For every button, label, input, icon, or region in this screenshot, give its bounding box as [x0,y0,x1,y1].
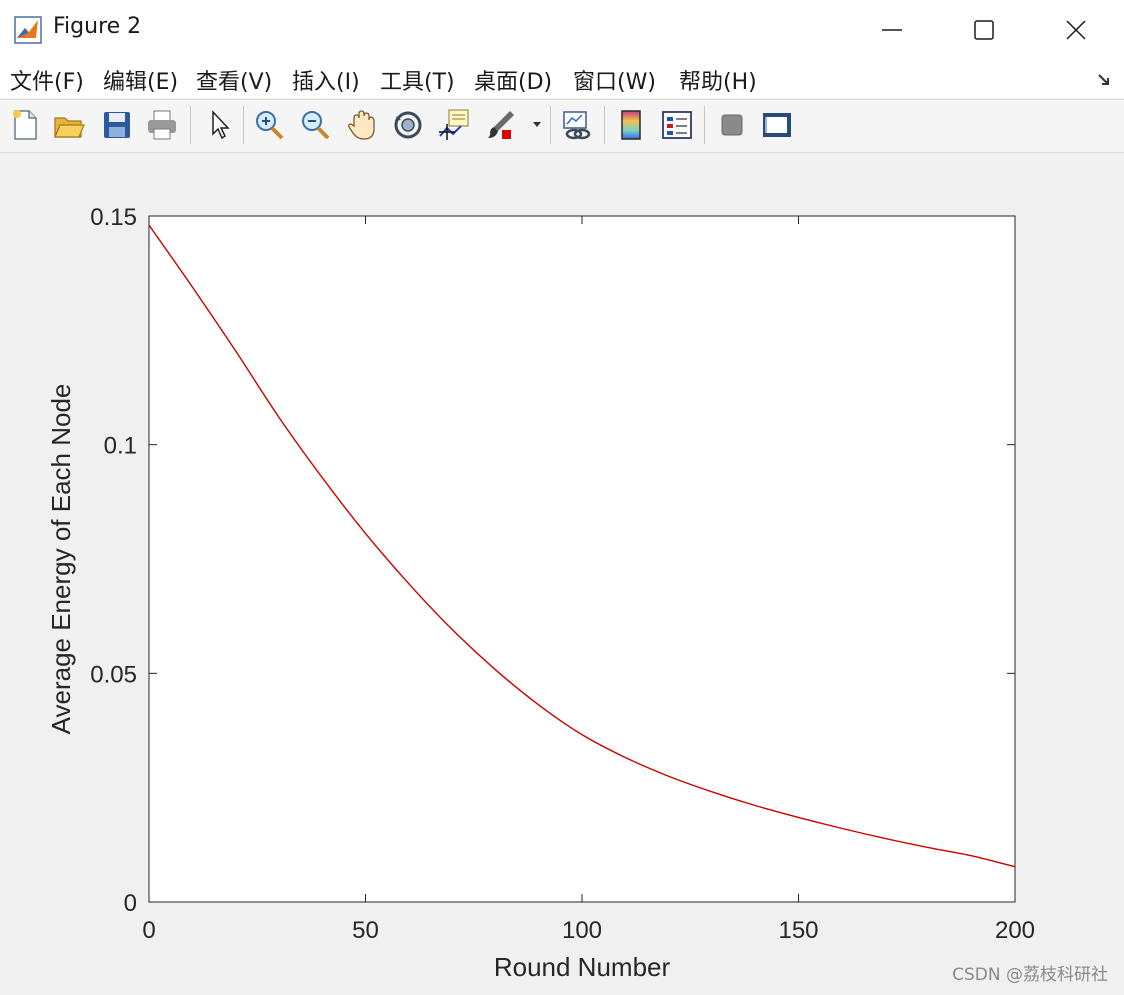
menu-view[interactable]: 查看(V) [196,64,272,96]
x-tick-label: 0 [142,917,155,944]
title-bar[interactable]: Figure 2 [0,0,1124,60]
plot-area[interactable]: 0 50 100 150 200 0 0.05 0.1 0.15 Round Number Av… [0,151,1124,995]
menu-insert[interactable]: 插入(I) [292,64,360,96]
x-axis-label: Round Number [494,952,671,982]
menu-file[interactable]: 文件(F) [10,64,84,96]
matlab-icon [14,16,42,44]
pan-icon[interactable] [345,108,379,142]
dock-arrow-icon[interactable] [1096,72,1112,92]
x-tick-label: 150 [778,917,818,944]
maximize-button[interactable] [938,0,1030,60]
figure-window: Figure 2 文件(F) 编辑(E) 查看(V) 插入(I) 工具(T) 桌… [0,0,1124,995]
menu-bar: 文件(F) 编辑(E) 查看(V) 插入(I) 工具(T) 桌面(D) 窗口(W… [0,60,1124,98]
minimize-button[interactable] [846,0,938,60]
axes-background [148,215,1016,903]
toolbar-separator [704,106,705,144]
y-tick-label: 0.1 [104,433,137,460]
x-tick-label: 200 [995,917,1035,944]
open-folder-icon[interactable] [52,108,86,142]
x-tick-label: 100 [562,917,602,944]
window-title: Figure 2 [53,14,142,39]
y-tick-label: 0 [124,890,137,917]
colorbar-icon[interactable] [614,108,648,142]
chevron-down-icon[interactable] [527,108,547,142]
y-axis-label: Average Energy of Each Node [46,384,76,735]
toolbar-separator [190,106,191,144]
menu-help[interactable]: 帮助(H) [679,64,757,96]
maximize-icon [974,20,994,40]
brush-icon[interactable] [484,108,518,142]
close-icon [1066,20,1086,40]
hide-plot-tools-icon[interactable] [715,108,749,142]
toolbar-separator [604,106,605,144]
link-plot-icon[interactable] [560,108,594,142]
toolbar-separator [243,106,244,144]
show-plot-tools-icon[interactable] [760,108,794,142]
menu-window[interactable]: 窗口(W) [573,64,656,96]
close-button[interactable] [1030,0,1122,60]
print-icon[interactable] [145,108,179,142]
legend-icon[interactable] [660,108,694,142]
zoom-in-icon[interactable] [252,108,286,142]
watermark-text: CSDN @荔枝科研社 [952,965,1108,985]
y-tick-label: 0.05 [90,661,137,688]
minimize-icon [882,29,902,31]
y-tick-label: 0.15 [90,204,137,231]
data-cursor-icon[interactable] [437,108,471,142]
menu-edit[interactable]: 编辑(E) [103,64,178,96]
menu-tools[interactable]: 工具(T) [380,64,455,96]
figure-toolbar [0,99,1124,153]
menu-desktop[interactable]: 桌面(D) [474,64,552,96]
rotate-3d-icon[interactable] [391,108,425,142]
toolbar-separator [550,106,551,144]
save-icon[interactable] [100,108,134,142]
zoom-out-icon[interactable] [298,108,332,142]
new-file-icon[interactable] [8,108,42,142]
edit-plot-icon[interactable] [202,108,236,142]
x-tick-label: 50 [352,917,379,944]
